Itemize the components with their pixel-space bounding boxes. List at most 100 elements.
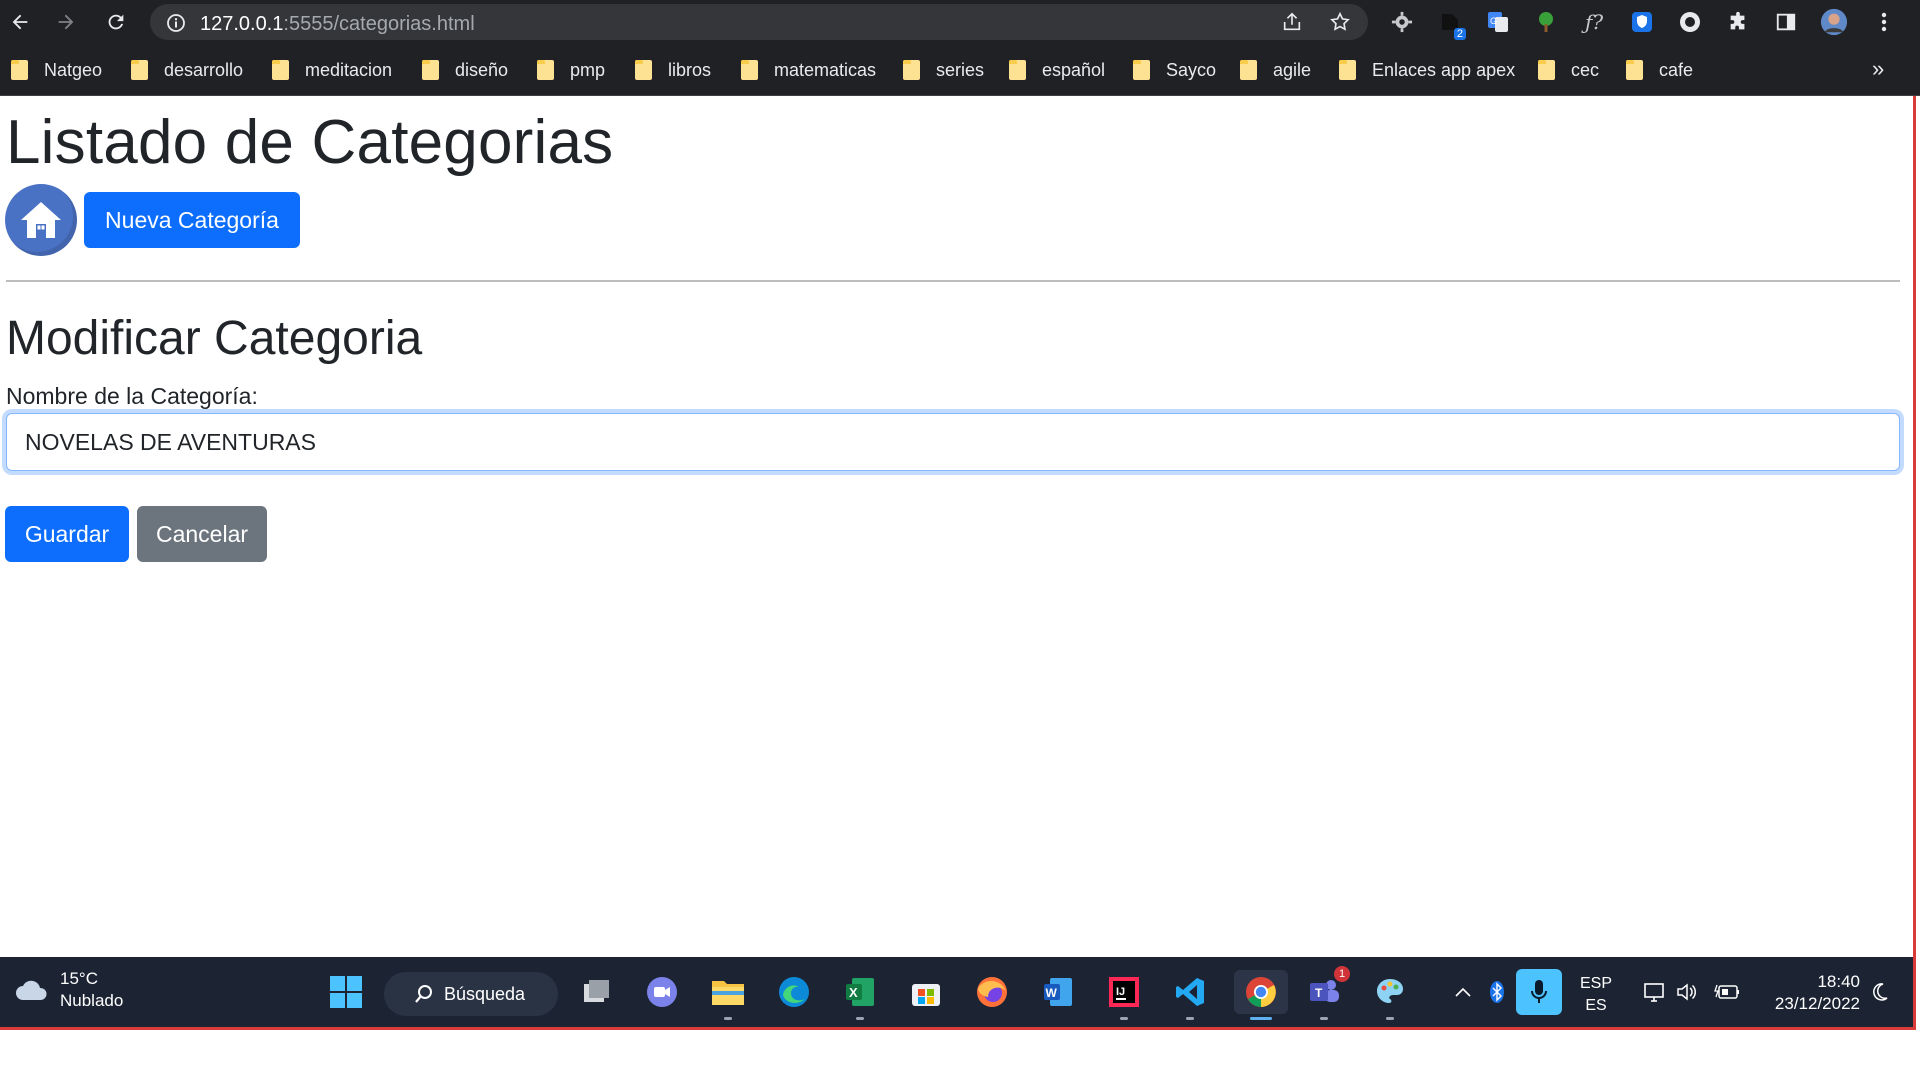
bookmark-label: pmp [570,59,606,80]
extensions-puzzle-icon[interactable] [1724,8,1752,36]
cancel-button[interactable]: Cancelar [137,506,267,562]
folder-icon [1339,60,1356,80]
bookmarks-bar: Natgeo desarrollo meditacion diseño pmp … [0,44,1920,96]
folder-icon [903,60,920,80]
reload-icon[interactable] [100,6,132,38]
bookmark-folder[interactable]: español [1009,56,1105,84]
folder-icon [272,60,289,80]
microsoft-store-icon[interactable] [904,970,948,1014]
running-indicator [724,1017,732,1020]
url-text[interactable]: 127.0.0.1:5555/categorias.html [200,13,475,36]
search-label: Búsqueda [444,983,526,1004]
word-icon[interactable]: W [1036,970,1080,1014]
back-icon[interactable] [4,6,36,38]
google-translate-icon[interactable]: G [1484,8,1512,36]
language-indicator[interactable]: ESP ES [1580,973,1612,1017]
side-panel-icon[interactable] [1772,8,1800,36]
windows-start-icon[interactable] [324,970,368,1014]
divider [6,280,1900,282]
bookmark-folder[interactable]: Natgeo [11,56,102,84]
forward-icon[interactable] [50,6,82,38]
folder-icon [1538,60,1555,80]
edge-browser-icon[interactable] [772,970,816,1014]
shield-extension-icon[interactable] [1628,8,1656,36]
volume-icon[interactable] [1674,979,1700,1005]
folder-icon [537,60,554,80]
bookmark-folder[interactable]: cafe [1626,56,1693,84]
bookmark-folder[interactable]: agile [1240,56,1311,84]
settings-gear-extension-icon[interactable] [1388,8,1416,36]
bookmark-label: matematicas [774,59,877,80]
paint-icon[interactable] [1368,970,1412,1020]
svg-text:T: T [1315,986,1323,1000]
new-category-button[interactable]: Nueva Categoría [84,192,300,248]
folder-icon [131,60,148,80]
tree-extension-icon[interactable] [1532,8,1560,36]
save-button[interactable]: Guardar [5,506,129,562]
weather-temperature: 15°C [60,969,98,988]
clock-date: 23/12/2022 [1774,994,1860,1013]
bookmark-folder[interactable]: diseño [422,56,508,84]
bookmark-label: agile [1273,59,1312,80]
bookmark-star-icon[interactable] [1328,11,1352,33]
page-title: Listado de Categorias [6,108,614,177]
file-explorer-icon[interactable] [706,970,750,1020]
circle-extension-icon[interactable] [1676,8,1704,36]
clock[interactable]: 18:40 23/12/2022 [1760,971,1860,1015]
teams-icon[interactable]: T 1 [1302,966,1350,1020]
share-icon[interactable] [1280,11,1304,33]
bookmark-label: cec [1571,59,1600,80]
running-indicator [1386,1017,1394,1020]
running-indicator [1320,1017,1328,1020]
battery-icon[interactable] [1714,979,1740,1005]
weather-widget[interactable]: 15°C Nublado [14,968,123,1012]
bookmark-folder[interactable]: cec [1538,56,1599,84]
bookmark-label: meditacion [305,59,393,80]
cloud-icon [16,980,47,1000]
language-secondary: ES [1585,997,1607,1014]
profile-avatar[interactable] [1820,8,1848,36]
folder-icon [1009,60,1026,80]
url-path: :5555/categorias.html [283,13,475,35]
teams-chat-icon[interactable] [640,970,684,1014]
svg-text:G: G [1490,16,1497,26]
folder-icon [1240,60,1257,80]
function-extension-icon[interactable]: ƒ? [1580,8,1608,36]
bookmark-folder[interactable]: libros [635,56,711,84]
web-page: Listado de Categorias Nueva Categoría Mo… [0,97,1912,957]
bookmarks-overflow-chevron[interactable]: » [1872,56,1884,82]
bookmark-folder[interactable]: pmp [537,56,605,84]
extension-badge-icon[interactable]: 2 [1436,8,1466,40]
bookmark-label: libros [668,59,712,80]
bluetooth-icon[interactable] [1484,979,1510,1005]
vscode-icon[interactable] [1168,970,1212,1020]
chevron-up-icon[interactable] [1450,979,1476,1005]
bookmark-label: series [936,59,985,80]
bookmark-folder[interactable]: desarrollo [131,56,243,84]
svg-text:IJ: IJ [1116,986,1125,998]
bookmark-label: Enlaces app apex [1372,59,1516,80]
info-icon[interactable] [166,13,186,38]
running-indicator [1120,1017,1128,1020]
category-name-input[interactable] [6,413,1900,471]
bookmark-folder[interactable]: matematicas [741,56,876,84]
bookmark-folder[interactable]: Enlaces app apex [1339,56,1515,84]
task-view-icon[interactable] [574,970,618,1014]
intellij-idea-icon[interactable]: IJ [1102,970,1146,1020]
chrome-menu-icon[interactable] [1870,8,1898,36]
network-icon[interactable] [1642,979,1668,1005]
home-icon[interactable] [5,184,77,256]
microphone-icon[interactable] [1516,969,1562,1015]
chrome-icon[interactable] [1234,970,1288,1020]
address-bar[interactable]: 127.0.0.1:5555/categorias.html [150,4,1368,40]
focus-moon-icon[interactable] [1866,979,1892,1005]
running-indicator [1186,1017,1194,1020]
folder-icon [1626,60,1643,80]
bookmark-folder[interactable]: meditacion [272,56,392,84]
excel-icon[interactable]: X [838,970,882,1020]
bookmark-folder[interactable]: Sayco [1133,56,1216,84]
bookmark-label: español [1042,59,1106,80]
firefox-icon[interactable] [970,970,1014,1014]
bookmark-folder[interactable]: series [903,56,984,84]
taskbar-search[interactable]: Búsqueda [384,972,558,1016]
